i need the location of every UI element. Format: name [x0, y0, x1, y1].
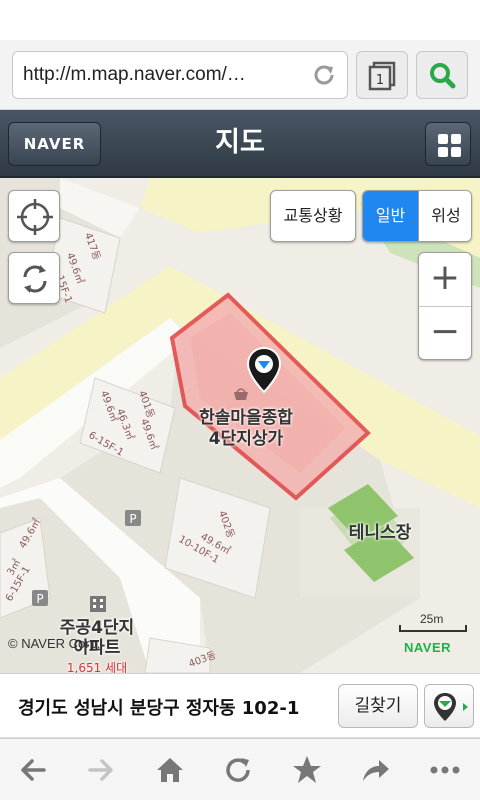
zoom-control: + −: [418, 252, 472, 360]
bookmark-star-icon[interactable]: [290, 753, 324, 787]
scale-label: 25m: [420, 612, 444, 626]
browser-navbar: [0, 738, 480, 800]
map-type-toggle: 일반 위성: [362, 190, 472, 242]
more-icon[interactable]: [428, 753, 462, 787]
address-bar: 경기도 성남시 분당구 정자동 102-1 길찾기: [0, 673, 480, 738]
browser-window: http://m.map.naver.com/… 1 NAVER 지도 P P …: [0, 0, 480, 800]
menu-button[interactable]: [425, 122, 471, 166]
map-pin-icon: [434, 693, 468, 721]
search-icon: [430, 63, 456, 89]
svg-text:P: P: [129, 512, 136, 526]
map-view[interactable]: P P 한솔마을종합 4단지상가 테니스장 주공4단지 아파트 1,651 세대…: [0, 178, 480, 673]
location-pin-icon[interactable]: [246, 346, 282, 394]
current-location-button[interactable]: [8, 190, 60, 242]
url-field[interactable]: http://m.map.naver.com/…: [12, 51, 348, 99]
tab-count: 1: [376, 73, 384, 88]
share-icon[interactable]: [358, 753, 392, 787]
apartment-label-line1: 주공4단지: [59, 618, 135, 638]
browser-toolbar: http://m.map.naver.com/… 1: [0, 40, 480, 110]
poi-label[interactable]: 한솔마을종합 4단지상가: [186, 408, 306, 450]
naver-watermark: NAVER: [404, 640, 452, 655]
traffic-button[interactable]: 교통상황: [270, 190, 356, 242]
address-text: 경기도 성남시 분당구 정자동 102-1: [18, 698, 300, 719]
map-type-satellite-button[interactable]: 위성: [418, 191, 471, 241]
crosshair-icon: [17, 199, 53, 235]
naver-logo-button[interactable]: NAVER: [8, 122, 101, 166]
directions-button[interactable]: 길찾기: [338, 684, 418, 728]
tabs-button[interactable]: 1: [356, 51, 408, 99]
zoom-out-button[interactable]: −: [419, 306, 471, 359]
copyright-text: © NAVER Corp.: [8, 636, 101, 651]
url-text[interactable]: http://m.map.naver.com/…: [23, 64, 303, 86]
app-header: NAVER 지도: [0, 110, 480, 178]
home-icon[interactable]: [153, 753, 187, 787]
back-arrow-icon[interactable]: [16, 753, 50, 787]
poi-label-line1: 한솔마을종합: [199, 408, 293, 428]
apartment-households: 1,651 세대: [66, 661, 128, 673]
refresh-icon: [23, 265, 47, 293]
reload-icon[interactable]: [311, 62, 337, 88]
poi-label-line2: 4단지상가: [208, 429, 284, 449]
tennis-label: 테니스장: [348, 523, 412, 543]
pin-menu-button[interactable]: [424, 684, 474, 728]
tabs-icon: 1: [368, 61, 396, 91]
reload-icon[interactable]: [221, 753, 255, 787]
svg-text:P: P: [36, 592, 43, 606]
zoom-in-button[interactable]: +: [419, 253, 471, 306]
status-area: [0, 0, 480, 40]
refresh-button[interactable]: [8, 252, 60, 304]
map-type-normal-button[interactable]: 일반: [363, 191, 418, 241]
forward-arrow-icon[interactable]: [84, 753, 118, 787]
grid-icon: [438, 134, 461, 157]
search-button[interactable]: [416, 51, 468, 99]
